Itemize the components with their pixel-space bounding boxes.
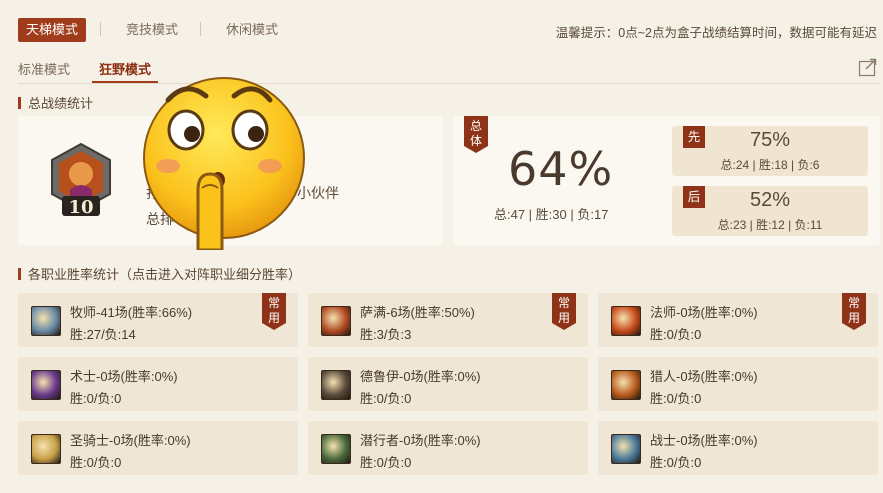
rank-badge: 10 [48, 142, 114, 218]
class-title: 牧师-41场(胜率:66%) [70, 305, 193, 320]
second-hand-card: 后 52% 总:23 | 胜:12 | 负:11 [672, 186, 868, 236]
first-win-rate: 75% [749, 129, 791, 151]
total-tag: 总 体 [464, 116, 488, 153]
shush-emoji-sticker [142, 70, 306, 252]
rank-number: 10 [68, 197, 93, 218]
class-card[interactable]: 法师-0场(胜率:0%) 胜:0/负:0 常 用 [598, 293, 878, 347]
paladin-icon [31, 434, 61, 464]
rogue-icon [321, 434, 351, 464]
class-record: 胜:0/负:0 [650, 327, 702, 342]
class-title: 猎人-0场(胜率:0%) [650, 369, 758, 384]
common-tag: 常 用 [842, 293, 866, 330]
second-win-rate: 52% [749, 189, 791, 211]
class-card[interactable]: 萨满-6场(胜率:50%) 胜:3/负:3 常 用 [308, 293, 588, 347]
class-record: 胜:0/负:0 [70, 391, 122, 406]
class-title: 法师-0场(胜率:0%) [650, 305, 758, 320]
tab-ladder-mode[interactable]: 天梯模式 [18, 18, 87, 42]
overall-summary: 总:47 | 胜:30 | 负:17 [494, 207, 609, 222]
overall-section-label: 总战绩统计 [28, 96, 94, 111]
hunter-icon [611, 370, 641, 400]
class-record: 胜:0/负:0 [360, 455, 412, 470]
class-card[interactable]: 牧师-41场(胜率:66%) 胜:27/负:14 常 用 [18, 293, 298, 347]
overall-win-rate: 64% [508, 142, 614, 196]
class-record: 胜:0/负:0 [650, 455, 702, 470]
class-record: 胜:0/负:0 [70, 455, 122, 470]
tab-standard-mode[interactable]: 标准模式 [18, 59, 70, 81]
class-title: 术士-0场(胜率:0%) [70, 369, 178, 384]
class-record: 胜:0/负:0 [650, 391, 702, 406]
priest-icon [31, 306, 61, 336]
tab-divider [200, 22, 201, 36]
class-card[interactable]: 潜行者-0场(胜率:0%) 胜:0/负:0 [308, 421, 588, 475]
second-summary: 总:23 | 胜:12 | 负:11 [717, 218, 823, 232]
warrior-icon [611, 434, 641, 464]
tab-arena-mode[interactable]: 竞技模式 [118, 18, 186, 42]
class-record: 胜:3/负:3 [360, 327, 412, 342]
warlock-icon [31, 370, 61, 400]
class-card[interactable]: 术士-0场(胜率:0%) 胜:0/负:0 [18, 357, 298, 411]
classes-section-title: 各职业胜率统计（点击进入对阵职业细分胜率） [18, 264, 301, 283]
class-card[interactable]: 德鲁伊-0场(胜率:0%) 胜:0/负:0 [308, 357, 588, 411]
class-title: 德鲁伊-0场(胜率:0%) [360, 369, 481, 384]
common-tag: 常 用 [262, 293, 286, 330]
druid-icon [321, 370, 351, 400]
tab-divider [100, 22, 101, 36]
first-summary: 总:24 | 胜:18 | 负:6 [720, 158, 820, 172]
class-title: 萨满-6场(胜率:50%) [360, 305, 475, 320]
class-record: 胜:27/负:14 [70, 327, 136, 342]
common-tag: 常 用 [552, 293, 576, 330]
overall-section-title: 总战绩统计 [18, 93, 93, 112]
section-marker [18, 97, 21, 109]
class-card[interactable]: 圣骑士-0场(胜率:0%) 胜:0/负:0 [18, 421, 298, 475]
tab-casual-mode[interactable]: 休闲模式 [218, 18, 286, 42]
first-hand-card: 先 75% 总:24 | 胜:18 | 负:6 [672, 126, 868, 176]
mage-icon [611, 306, 641, 336]
class-card[interactable]: 战士-0场(胜率:0%) 胜:0/负:0 [598, 421, 878, 475]
classes-section-label: 各职业胜率统计（点击进入对阵职业细分胜率） [28, 267, 302, 282]
class-title: 战士-0场(胜率:0%) [650, 433, 758, 448]
shaman-icon [321, 306, 351, 336]
class-card[interactable]: 猎人-0场(胜率:0%) 胜:0/负:0 [598, 357, 878, 411]
class-title: 潜行者-0场(胜率:0%) [360, 433, 481, 448]
class-title: 圣骑士-0场(胜率:0%) [70, 433, 191, 448]
section-marker [18, 268, 21, 280]
share-icon[interactable] [858, 57, 878, 77]
mode-tab-bar: 天梯模式 竞技模式 休闲模式 温馨提示：0点~2点为盒子战绩结算时间，数据可能有… [0, 0, 883, 50]
settlement-tip: 温馨提示：0点~2点为盒子战绩结算时间，数据可能有延迟 [555, 26, 877, 40]
class-record: 胜:0/负:0 [360, 391, 412, 406]
